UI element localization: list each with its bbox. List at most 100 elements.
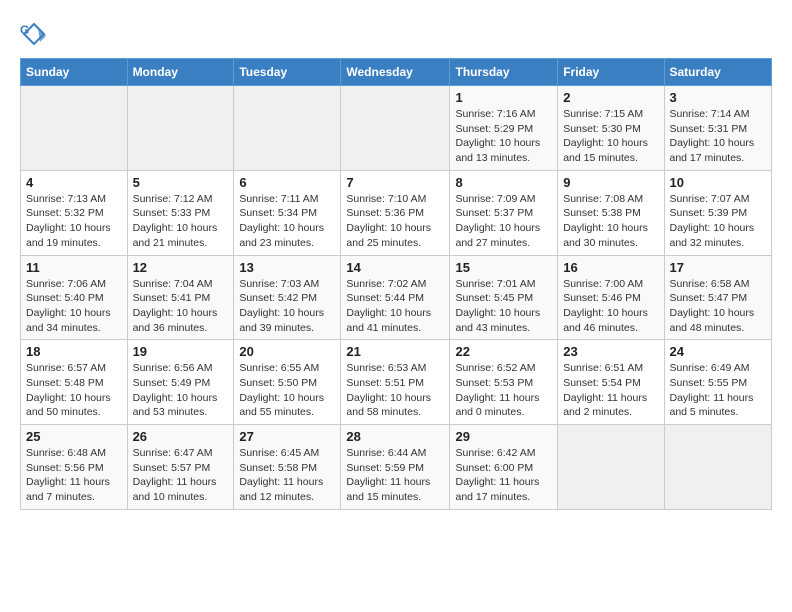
day-number: 6 — [239, 175, 335, 190]
day-info: Sunrise: 7:12 AM Sunset: 5:33 PM Dayligh… — [133, 192, 229, 251]
day-info: Sunrise: 6:44 AM Sunset: 5:59 PM Dayligh… — [346, 446, 444, 505]
day-number: 13 — [239, 260, 335, 275]
day-info: Sunrise: 7:01 AM Sunset: 5:45 PM Dayligh… — [455, 277, 552, 336]
calendar-header-row: SundayMondayTuesdayWednesdayThursdayFrid… — [21, 59, 772, 86]
calendar-cell: 18 Sunrise: 6:57 AM Sunset: 5:48 PM Dayli… — [21, 340, 128, 425]
day-number: 7 — [346, 175, 444, 190]
day-number: 16 — [563, 260, 658, 275]
day-info: Sunrise: 7:09 AM Sunset: 5:37 PM Dayligh… — [455, 192, 552, 251]
logo-icon: G — [20, 20, 48, 48]
day-info: Sunrise: 7:16 AM Sunset: 5:29 PM Dayligh… — [455, 107, 552, 166]
calendar-table: SundayMondayTuesdayWednesdayThursdayFrid… — [20, 58, 772, 510]
day-info: Sunrise: 7:03 AM Sunset: 5:42 PM Dayligh… — [239, 277, 335, 336]
day-number: 8 — [455, 175, 552, 190]
day-number: 9 — [563, 175, 658, 190]
column-header-monday: Monday — [127, 59, 234, 86]
column-header-tuesday: Tuesday — [234, 59, 341, 86]
calendar-week-row: 25 Sunrise: 6:48 AM Sunset: 5:56 PM Dayli… — [21, 425, 772, 510]
day-number: 25 — [26, 429, 122, 444]
calendar-cell: 22 Sunrise: 6:52 AM Sunset: 5:53 PM Dayli… — [450, 340, 558, 425]
day-number: 4 — [26, 175, 122, 190]
day-info: Sunrise: 6:48 AM Sunset: 5:56 PM Dayligh… — [26, 446, 122, 505]
calendar-cell: 21 Sunrise: 6:53 AM Sunset: 5:51 PM Dayli… — [341, 340, 450, 425]
day-number: 19 — [133, 344, 229, 359]
day-number: 3 — [670, 90, 767, 105]
calendar-cell: 4 Sunrise: 7:13 AM Sunset: 5:32 PM Daylig… — [21, 170, 128, 255]
calendar-cell: 2 Sunrise: 7:15 AM Sunset: 5:30 PM Daylig… — [558, 86, 664, 171]
day-number: 11 — [26, 260, 122, 275]
day-number: 27 — [239, 429, 335, 444]
day-info: Sunrise: 7:14 AM Sunset: 5:31 PM Dayligh… — [670, 107, 767, 166]
day-number: 24 — [670, 344, 767, 359]
column-header-saturday: Saturday — [664, 59, 772, 86]
calendar-cell — [127, 86, 234, 171]
calendar-cell: 25 Sunrise: 6:48 AM Sunset: 5:56 PM Dayli… — [21, 425, 128, 510]
day-info: Sunrise: 6:49 AM Sunset: 5:55 PM Dayligh… — [670, 361, 767, 420]
day-info: Sunrise: 6:47 AM Sunset: 5:57 PM Dayligh… — [133, 446, 229, 505]
calendar-cell: 29 Sunrise: 6:42 AM Sunset: 6:00 PM Dayli… — [450, 425, 558, 510]
calendar-cell: 3 Sunrise: 7:14 AM Sunset: 5:31 PM Daylig… — [664, 86, 772, 171]
day-info: Sunrise: 7:00 AM Sunset: 5:46 PM Dayligh… — [563, 277, 658, 336]
header: G — [20, 16, 772, 48]
calendar-cell — [234, 86, 341, 171]
calendar-cell: 24 Sunrise: 6:49 AM Sunset: 5:55 PM Dayli… — [664, 340, 772, 425]
calendar-cell: 17 Sunrise: 6:58 AM Sunset: 5:47 PM Dayli… — [664, 255, 772, 340]
day-number: 22 — [455, 344, 552, 359]
calendar-cell — [558, 425, 664, 510]
calendar-cell: 12Sunrise: 7:04 AM Sunset: 5:41 PM Dayli… — [127, 255, 234, 340]
day-number: 29 — [455, 429, 552, 444]
logo: G — [20, 20, 52, 48]
calendar-cell: 11 Sunrise: 7:06 AM Sunset: 5:40 PM Dayli… — [21, 255, 128, 340]
day-info: Sunrise: 7:02 AM Sunset: 5:44 PM Dayligh… — [346, 277, 444, 336]
day-info: Sunrise: 6:53 AM Sunset: 5:51 PM Dayligh… — [346, 361, 444, 420]
day-number: 26 — [133, 429, 229, 444]
day-number: 20 — [239, 344, 335, 359]
day-number: 2 — [563, 90, 658, 105]
day-number: 17 — [670, 260, 767, 275]
calendar-cell — [21, 86, 128, 171]
column-header-sunday: Sunday — [21, 59, 128, 86]
day-info: Sunrise: 7:15 AM Sunset: 5:30 PM Dayligh… — [563, 107, 658, 166]
day-number: 1 — [455, 90, 552, 105]
day-info: Sunrise: 7:06 AM Sunset: 5:40 PM Dayligh… — [26, 277, 122, 336]
day-info: Sunrise: 6:42 AM Sunset: 6:00 PM Dayligh… — [455, 446, 552, 505]
day-number: 12 — [133, 260, 229, 275]
day-info: Sunrise: 6:52 AM Sunset: 5:53 PM Dayligh… — [455, 361, 552, 420]
calendar-cell: 10 Sunrise: 7:07 AM Sunset: 5:39 PM Dayli… — [664, 170, 772, 255]
day-number: 10 — [670, 175, 767, 190]
day-info: Sunrise: 6:58 AM Sunset: 5:47 PM Dayligh… — [670, 277, 767, 336]
calendar-cell: 13 Sunrise: 7:03 AM Sunset: 5:42 PM Dayli… — [234, 255, 341, 340]
day-info: Sunrise: 6:55 AM Sunset: 5:50 PM Dayligh… — [239, 361, 335, 420]
day-number: 21 — [346, 344, 444, 359]
day-info: Sunrise: 7:07 AM Sunset: 5:39 PM Dayligh… — [670, 192, 767, 251]
column-header-friday: Friday — [558, 59, 664, 86]
calendar-week-row: 18 Sunrise: 6:57 AM Sunset: 5:48 PM Dayli… — [21, 340, 772, 425]
day-number: 23 — [563, 344, 658, 359]
day-info: Sunrise: 6:45 AM Sunset: 5:58 PM Dayligh… — [239, 446, 335, 505]
day-number: 14 — [346, 260, 444, 275]
calendar-cell: 27 Sunrise: 6:45 AM Sunset: 5:58 PM Dayli… — [234, 425, 341, 510]
calendar-cell: 26 Sunrise: 6:47 AM Sunset: 5:57 PM Dayli… — [127, 425, 234, 510]
calendar-cell: 9 Sunrise: 7:08 AM Sunset: 5:38 PM Daylig… — [558, 170, 664, 255]
calendar-cell: 28 Sunrise: 6:44 AM Sunset: 5:59 PM Dayli… — [341, 425, 450, 510]
day-info: Sunrise: 6:57 AM Sunset: 5:48 PM Dayligh… — [26, 361, 122, 420]
calendar-cell: 20 Sunrise: 6:55 AM Sunset: 5:50 PM Dayli… — [234, 340, 341, 425]
calendar-cell: 19 Sunrise: 6:56 AM Sunset: 5:49 PM Dayli… — [127, 340, 234, 425]
calendar-week-row: 4 Sunrise: 7:13 AM Sunset: 5:32 PM Daylig… — [21, 170, 772, 255]
day-info: Sunrise: 6:56 AM Sunset: 5:49 PM Dayligh… — [133, 361, 229, 420]
day-info: Sunrise: 7:11 AM Sunset: 5:34 PM Dayligh… — [239, 192, 335, 251]
day-number: 5 — [133, 175, 229, 190]
calendar-cell: 1 Sunrise: 7:16 AM Sunset: 5:29 PM Daylig… — [450, 86, 558, 171]
day-info: Sunrise: 7:10 AM Sunset: 5:36 PM Dayligh… — [346, 192, 444, 251]
day-info: Sunrise: 7:13 AM Sunset: 5:32 PM Dayligh… — [26, 192, 122, 251]
calendar-cell: 6 Sunrise: 7:11 AM Sunset: 5:34 PM Daylig… — [234, 170, 341, 255]
column-header-thursday: Thursday — [450, 59, 558, 86]
calendar-cell: 7 Sunrise: 7:10 AM Sunset: 5:36 PM Daylig… — [341, 170, 450, 255]
calendar-cell: 14 Sunrise: 7:02 AM Sunset: 5:44 PM Dayli… — [341, 255, 450, 340]
calendar-cell — [341, 86, 450, 171]
calendar-cell: 5 Sunrise: 7:12 AM Sunset: 5:33 PM Daylig… — [127, 170, 234, 255]
day-number: 18 — [26, 344, 122, 359]
day-info: Sunrise: 7:08 AM Sunset: 5:38 PM Dayligh… — [563, 192, 658, 251]
day-number: 28 — [346, 429, 444, 444]
day-info: Sunrise: 6:51 AM Sunset: 5:54 PM Dayligh… — [563, 361, 658, 420]
